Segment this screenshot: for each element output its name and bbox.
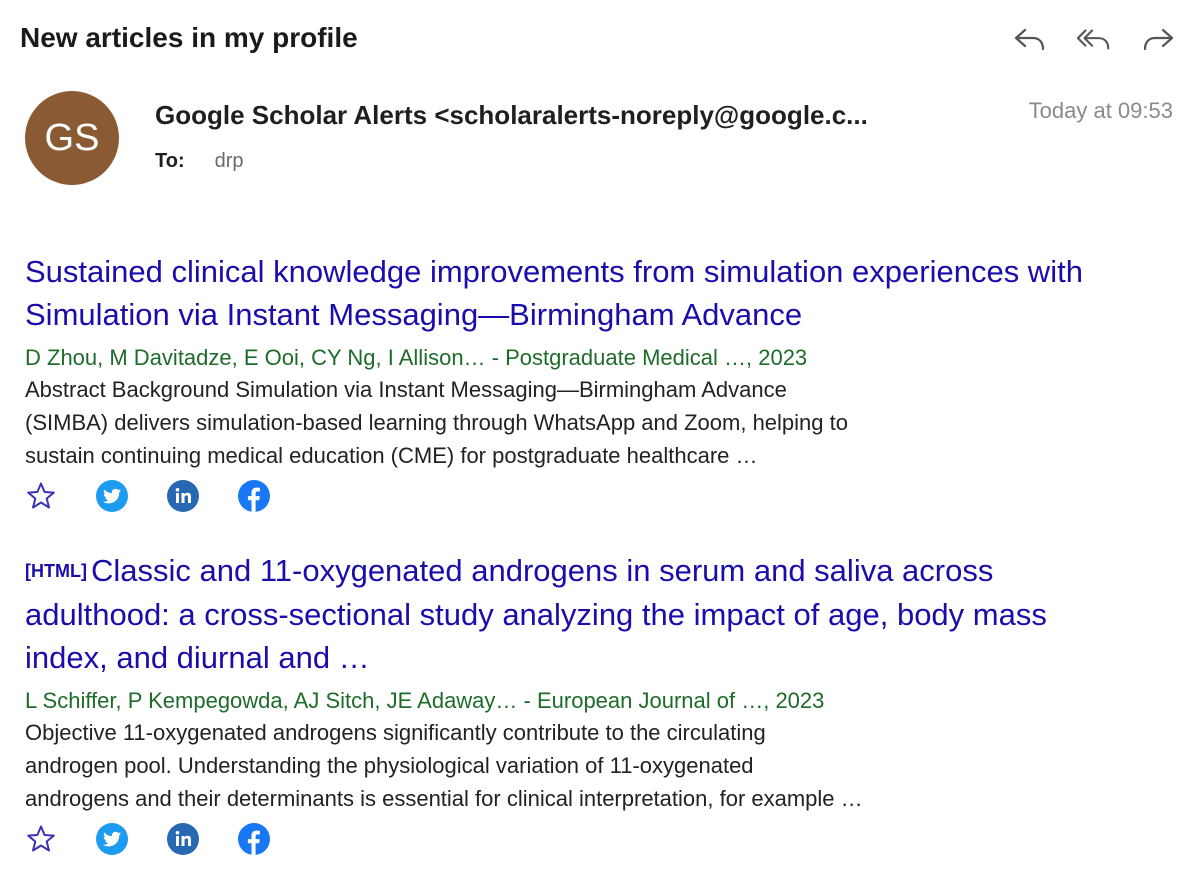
facebook-icon: [238, 823, 270, 855]
star-icon: [27, 482, 55, 509]
article-title-link[interactable]: [HTML] Classic and 11-oxygenated androgen…: [25, 549, 1180, 679]
twitter-icon: [96, 480, 128, 512]
received-time: Today at 09:53: [1028, 98, 1173, 123]
format-tag: [HTML]: [25, 561, 87, 581]
share-bar: [25, 821, 1180, 857]
email-subject: New articles in my profile: [20, 22, 358, 53]
article-authors: L Schiffer, P Kempegowda, AJ Sitch, JE A…: [25, 688, 825, 713]
abstract-line: androgens and their determinants is esse…: [25, 786, 863, 811]
abstract-line: Objective 11-oxygenated androgens signif…: [25, 720, 766, 745]
save-star-button[interactable]: [25, 824, 57, 854]
recipient-address[interactable]: drp: [215, 150, 243, 173]
reply-button[interactable]: [1012, 22, 1048, 58]
linkedin-icon: [167, 480, 199, 512]
article-authors: D Zhou, M Davitadze, E Ooi, CY Ng, I All…: [25, 345, 808, 370]
title-line: [HTML] Classic and 11-oxygenated androgen…: [25, 549, 1180, 593]
reply-all-icon: [1076, 29, 1110, 50]
article-abstract: Abstract Background Simulation via Insta…: [25, 373, 1015, 472]
to-label: To:: [155, 150, 185, 172]
share-bar: [25, 478, 1180, 514]
reply-icon: [1014, 28, 1045, 51]
facebook-icon: [238, 480, 270, 512]
abstract-line: Abstract Background Simulation via Insta…: [25, 377, 787, 402]
title-line: Simulation via Instant Messaging—Birming…: [25, 297, 803, 332]
reply-all-button[interactable]: [1076, 22, 1112, 58]
title-line: Sustained clinical knowledge improvement…: [25, 254, 1083, 289]
share-twitter-button[interactable]: [95, 822, 129, 856]
abstract-line: androgen pool. Understanding the physiol…: [25, 753, 754, 778]
title-line: adulthood: a cross-sectional study analy…: [25, 597, 1047, 632]
share-facebook-button[interactable]: [237, 822, 271, 856]
linkedin-icon: [167, 823, 199, 855]
title-line: index, and diurnal and …: [25, 640, 370, 675]
share-twitter-button[interactable]: [95, 479, 129, 513]
recipient-row: To: drp: [155, 150, 243, 173]
sender-name[interactable]: Google Scholar Alerts <scholaralerts-nor…: [155, 100, 868, 131]
save-star-button[interactable]: [25, 481, 57, 511]
share-facebook-button[interactable]: [237, 479, 271, 513]
article-item: Sustained clinical knowledge improvement…: [25, 250, 1180, 514]
article-title-link[interactable]: Sustained clinical knowledge improvement…: [25, 250, 1180, 336]
forward-button[interactable]: [1140, 22, 1176, 58]
article-abstract: Objective 11-oxygenated androgens signif…: [25, 716, 1015, 815]
share-linkedin-button[interactable]: [166, 822, 200, 856]
abstract-line: sustain continuing medical education (CM…: [25, 443, 758, 468]
article-item: [HTML] Classic and 11-oxygenated androgen…: [25, 549, 1180, 857]
share-linkedin-button[interactable]: [166, 479, 200, 513]
message-actions: [1012, 22, 1176, 58]
star-icon: [27, 825, 55, 852]
avatar: GS: [25, 91, 119, 185]
email-view: New articles in my profile GS Google Sch…: [0, 0, 1200, 879]
twitter-icon: [96, 823, 128, 855]
title-text: Classic and 11-oxygenated androgens in s…: [90, 553, 994, 588]
forward-icon: [1143, 28, 1174, 51]
abstract-line: (SIMBA) delivers simulation-based learni…: [25, 410, 848, 435]
